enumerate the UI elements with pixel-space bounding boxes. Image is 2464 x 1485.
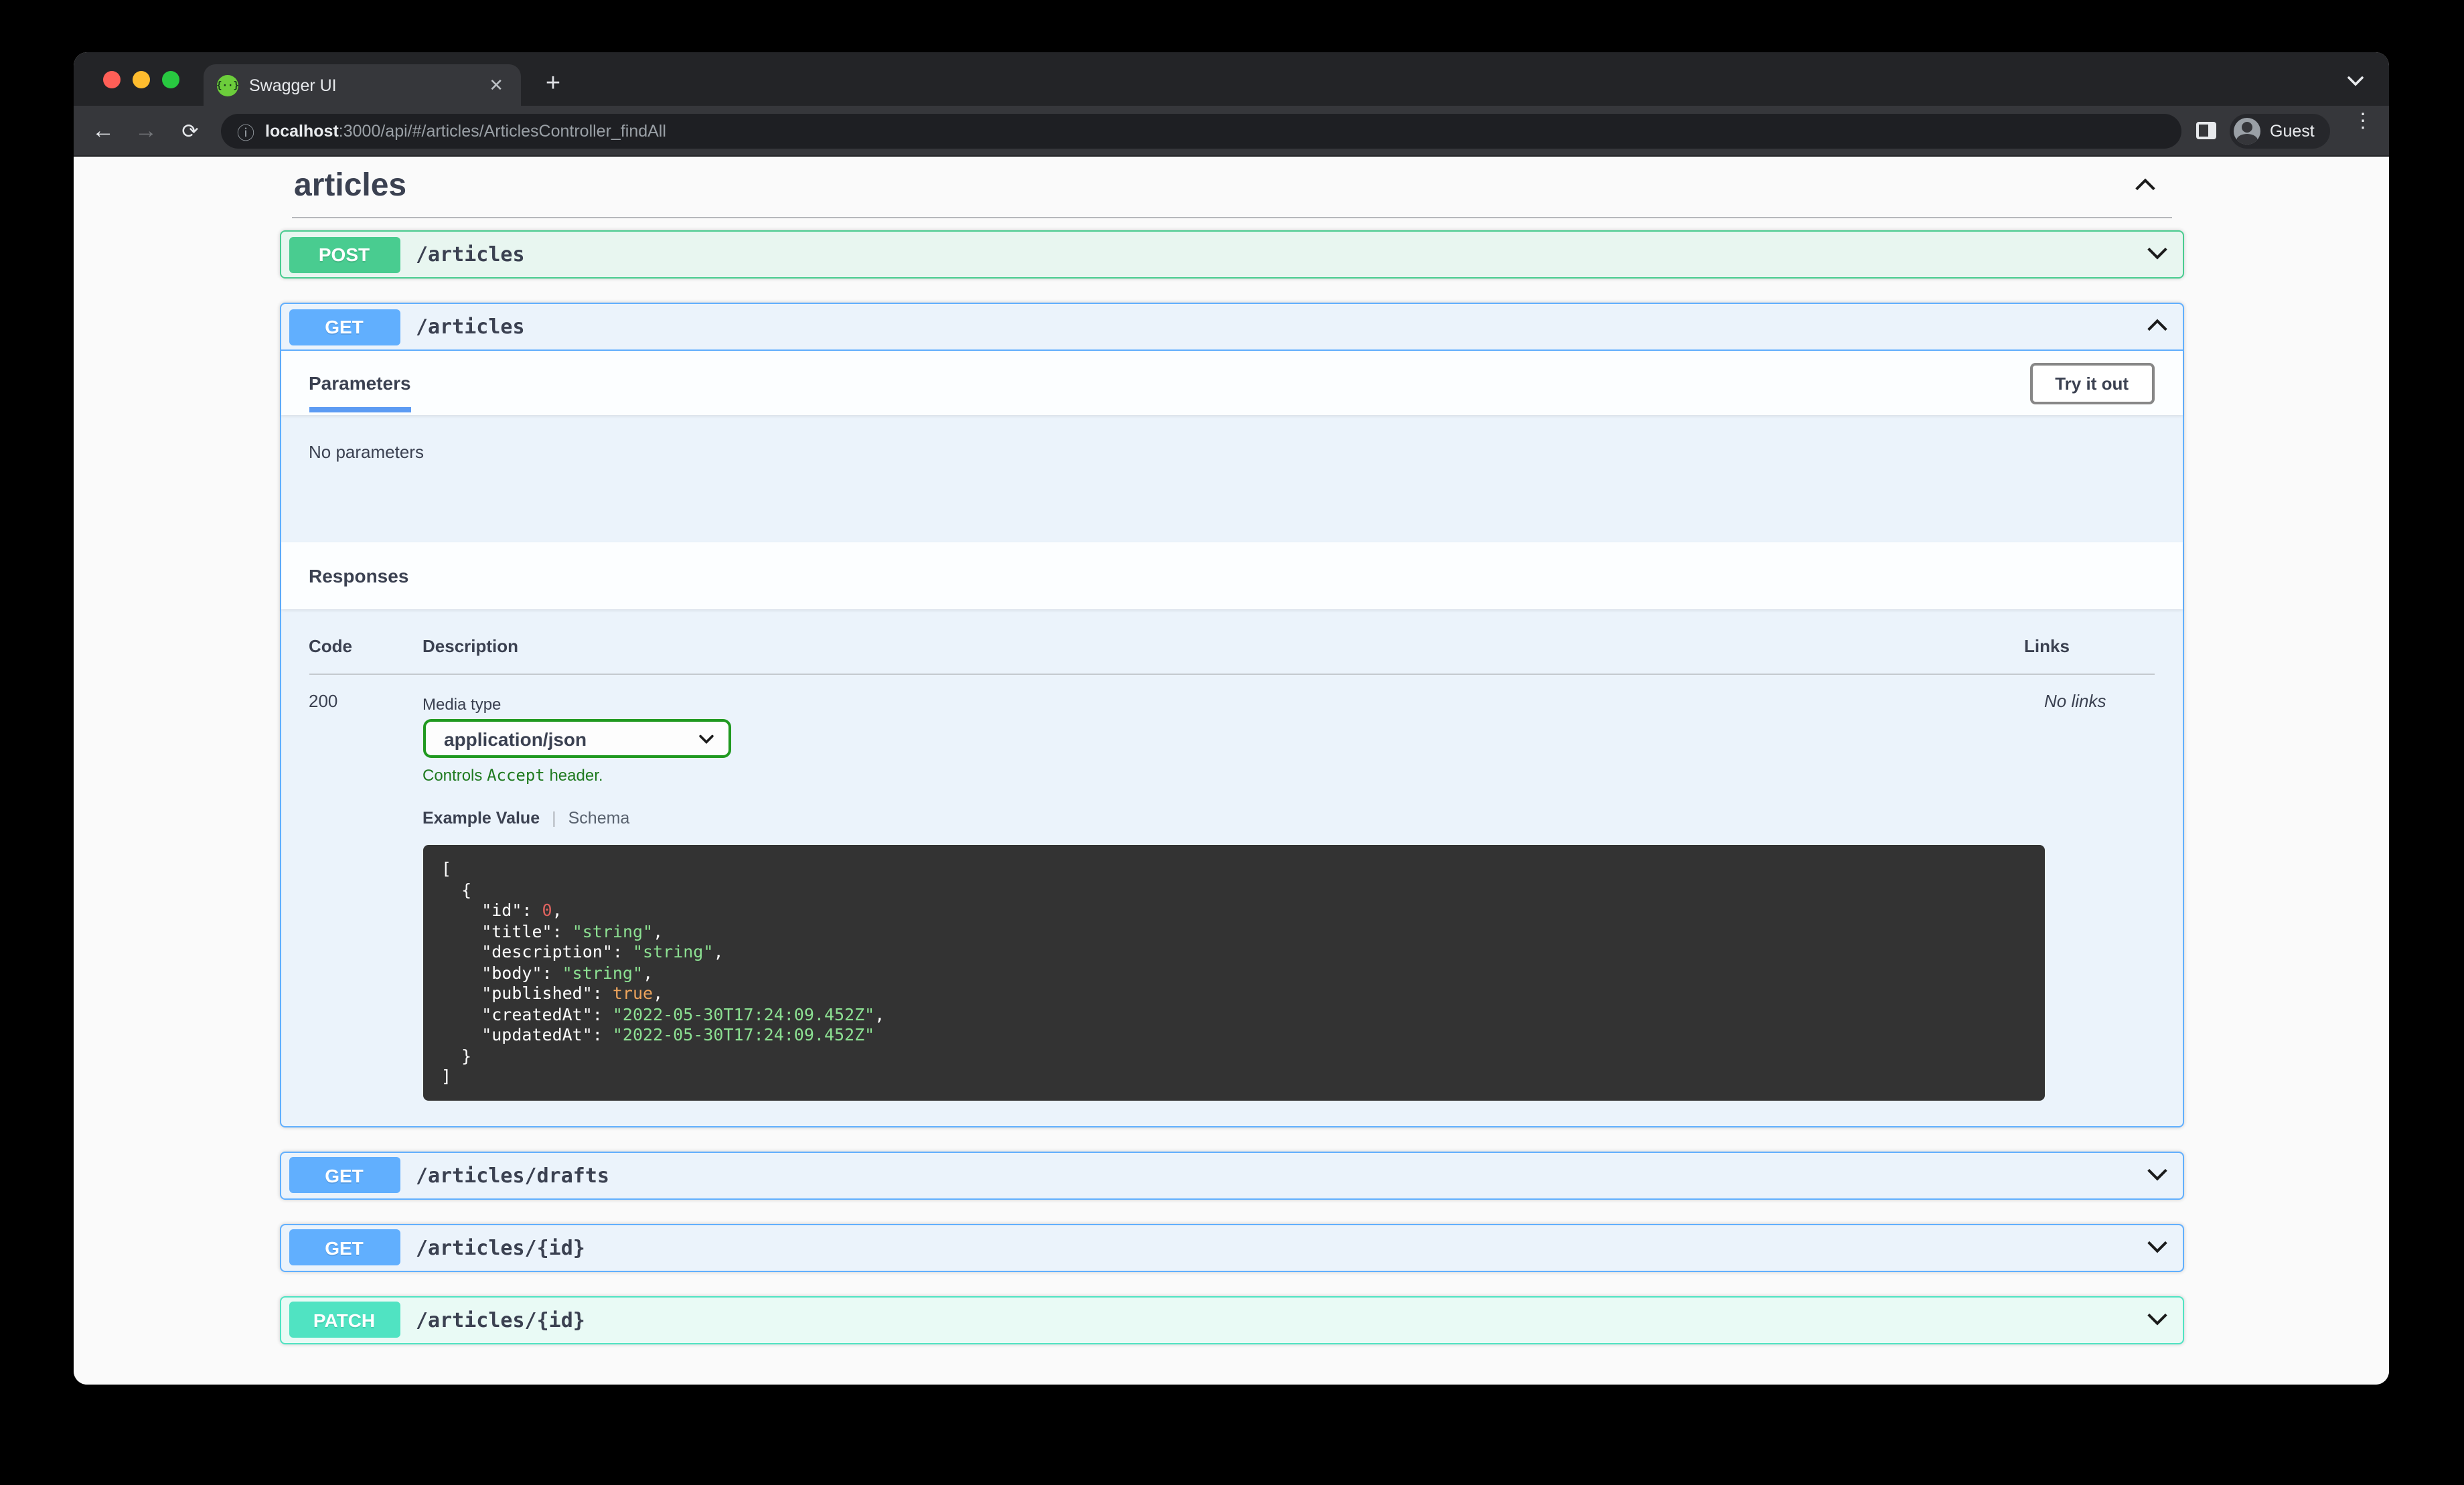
select-chevron-down-icon (698, 734, 713, 743)
responses-header: Responses (281, 542, 2182, 609)
code-line: { (441, 879, 472, 899)
responses-title: Responses (309, 565, 409, 587)
try-it-out-button[interactable]: Try it out (2029, 362, 2154, 404)
expand-chevron-down-icon[interactable] (2145, 242, 2169, 266)
reload-button[interactable]: ⟳ (171, 106, 209, 157)
side-panel-icon[interactable] (2196, 122, 2216, 139)
tab-example-value[interactable]: Example Value (422, 809, 540, 828)
code-line: "title": "string", (441, 921, 664, 941)
opblock-get-articles: GET /articles Parameters Try it out No p… (279, 303, 2183, 1127)
code-line: "description": "string", (441, 941, 724, 961)
opblock-summary[interactable]: GET /articles/drafts (281, 1152, 2182, 1198)
tab-parameters[interactable]: Parameters (309, 372, 412, 412)
forward-button[interactable]: → (127, 106, 165, 157)
tab-search-chevron-icon[interactable] (2346, 70, 2365, 94)
code-line: "body": "string", (441, 962, 653, 982)
code-line: "updatedAt": "2022-05-30T17:24:09.452Z" (441, 1024, 875, 1044)
opblock-patch-articles-id: PATCH /articles/{id} (279, 1296, 2183, 1344)
media-type-value: application/json (444, 728, 587, 749)
code-line: } (441, 1045, 472, 1065)
op-path: /articles/{id} (416, 1235, 585, 1259)
op-path: /articles/{id} (416, 1308, 585, 1332)
parameters-body: No parameters (281, 415, 2182, 542)
parameters-header: Parameters Try it out (281, 351, 2182, 415)
address-bar[interactable]: ⓘ localhost :3000/api/#/articles/Article… (221, 114, 2181, 149)
minimize-window-button[interactable] (133, 71, 150, 88)
method-badge-patch: PATCH (289, 1302, 400, 1338)
opblock-get-articles-drafts: GET /articles/drafts (279, 1151, 2183, 1199)
maximize-window-button[interactable] (162, 71, 179, 88)
no-parameters-text: No parameters (309, 442, 424, 462)
url-path: :3000/api/#/articles/ArticlesController_… (338, 122, 666, 141)
browser-tab-swagger-ui[interactable]: {··} Swagger UI ✕ (204, 64, 521, 106)
method-badge-get: GET (289, 309, 400, 345)
code-line: "createdAt": "2022-05-30T17:24:09.452Z", (441, 1004, 885, 1024)
op-path: /articles (416, 315, 525, 339)
close-tab-icon[interactable]: ✕ (485, 74, 508, 96)
opblock-summary[interactable]: GET /articles (281, 304, 2182, 351)
back-button[interactable]: ← (84, 106, 122, 157)
column-header-code: Code (309, 636, 352, 656)
avatar-icon (2234, 118, 2260, 145)
profile-label: Guest (2270, 122, 2315, 141)
browser-toolbar: ← → ⟳ ⓘ localhost :3000/api/#/articles/A… (74, 106, 2389, 157)
tag-collapse-chevron-up-icon[interactable] (2133, 174, 2157, 198)
responses-body: Code Description Links 200 Media type ap… (281, 609, 2182, 1125)
url-host: localhost (265, 122, 339, 141)
expand-chevron-down-icon[interactable] (2145, 1235, 2169, 1259)
swagger-page: articles POST /articles GET /articles Pa… (74, 157, 2389, 1385)
method-badge-get: GET (289, 1229, 400, 1265)
site-info-icon[interactable]: ⓘ (237, 119, 254, 144)
code-line: ] (441, 1066, 452, 1086)
browser-menu-icon[interactable]: ⋮ (2353, 111, 2373, 131)
tab-title: Swagger UI (249, 76, 337, 94)
collapse-chevron-up-icon[interactable] (2145, 315, 2169, 339)
example-code-block[interactable]: [ { "id": 0, "title": "string", "descrip… (422, 845, 2044, 1100)
expand-chevron-down-icon[interactable] (2145, 1308, 2169, 1332)
column-header-description: Description (422, 636, 519, 656)
swagger-favicon-icon: {··} (216, 74, 239, 96)
opblock-summary[interactable]: POST /articles (281, 232, 2182, 277)
opblock-post-articles: POST /articles (279, 230, 2183, 279)
code-line: "published": true, (441, 983, 664, 1003)
traffic-lights (103, 71, 179, 88)
opblock-summary[interactable]: PATCH /articles/{id} (281, 1297, 2182, 1342)
column-header-links: Links (2024, 636, 2070, 656)
method-badge-get: GET (289, 1157, 400, 1193)
tag-divider (291, 217, 2171, 218)
close-window-button[interactable] (103, 71, 121, 88)
responses-divider (309, 674, 2154, 675)
tab-schema[interactable]: Schema (568, 809, 630, 828)
no-links-text: No links (2044, 691, 2106, 711)
accept-header-note: Controls Accept header. (422, 766, 603, 785)
tab-strip: {··} Swagger UI ✕ + (74, 52, 2389, 106)
opblock-summary[interactable]: GET /articles/{id} (281, 1225, 2182, 1270)
tab-separator: | (552, 809, 556, 828)
response-row-200: 200 Media type application/json Controls… (281, 691, 2182, 1100)
op-path: /articles/drafts (416, 1163, 609, 1187)
response-description: Media type application/json Controls Acc… (422, 691, 2044, 1100)
method-badge-post: POST (289, 236, 400, 272)
op-path: /articles (416, 242, 525, 266)
response-code: 200 (309, 691, 338, 711)
tag-title: articles (294, 167, 407, 204)
expand-chevron-down-icon[interactable] (2145, 1163, 2169, 1187)
new-tab-button[interactable]: + (534, 66, 572, 103)
tag-header[interactable]: articles (279, 157, 2183, 205)
profile-button[interactable]: Guest (2230, 114, 2331, 149)
browser-window: {··} Swagger UI ✕ + ← → ⟳ ⓘ localhost :3… (74, 52, 2389, 1385)
opblock-get-articles-id: GET /articles/{id} (279, 1223, 2183, 1271)
media-type-select[interactable]: application/json (422, 719, 730, 758)
code-line: [ (441, 858, 452, 878)
code-line: "id": 0, (441, 900, 562, 920)
media-type-label: Media type (422, 695, 502, 714)
